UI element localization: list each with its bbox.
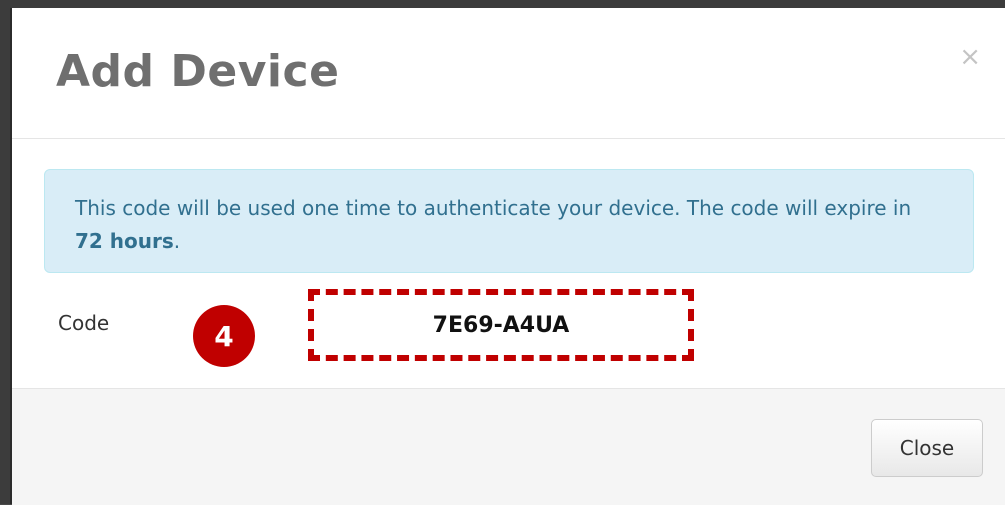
close-button[interactable]: Close [871,419,983,477]
add-device-modal: Add Device × This code will be used one … [10,8,1005,505]
code-label: Code [58,311,110,335]
close-icon[interactable]: × [959,44,981,70]
modal-footer: Close [12,388,1005,505]
modal-body: This code will be used one time to authe… [12,139,1005,388]
modal-header: Add Device × [12,8,1005,139]
expiry-duration: 72 hours [75,229,174,253]
modal-title: Add Device [56,46,340,97]
alert-text: This code will be used one time to authe… [75,196,912,220]
step-number-badge: 4 [193,305,255,367]
code-highlight-box: 7E69-A4UA [308,289,694,361]
alert-text-end: . [173,229,181,253]
info-alert: This code will be used one time to authe… [44,169,974,273]
device-code-value: 7E69-A4UA [432,312,570,338]
